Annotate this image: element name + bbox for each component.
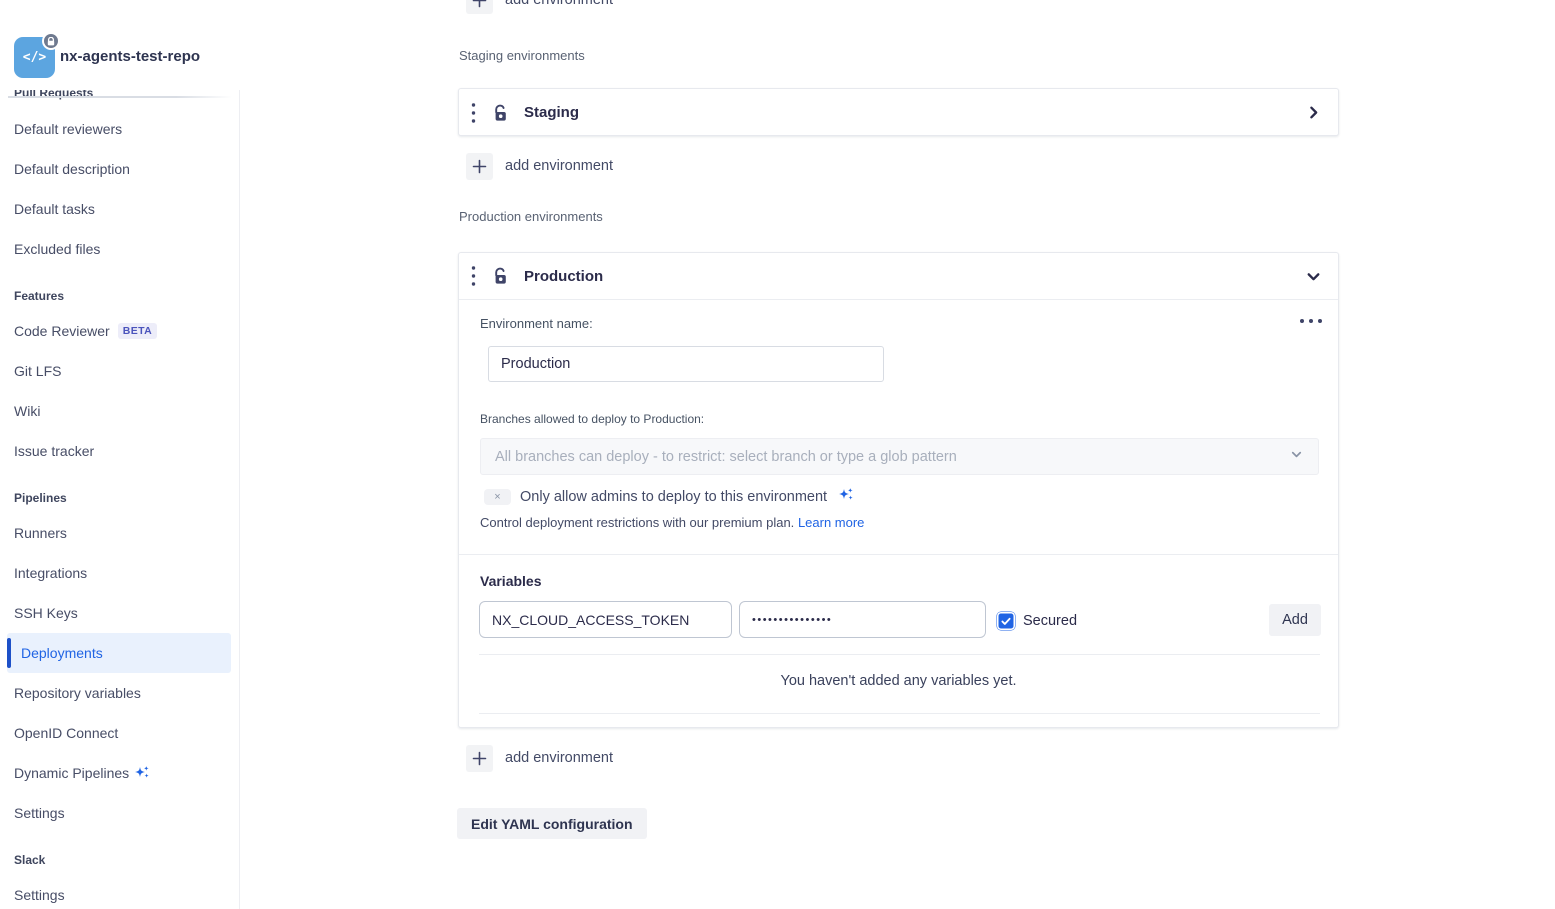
drag-handle-icon[interactable] xyxy=(469,261,478,291)
chevron-down-icon xyxy=(1289,447,1304,467)
variables-title: Variables xyxy=(480,573,542,589)
plus-icon xyxy=(466,0,493,14)
more-options-icon[interactable] xyxy=(1296,315,1326,327)
add-environment-label: add environment xyxy=(505,750,613,766)
secured-label: Secured xyxy=(1023,613,1077,629)
variables-divider xyxy=(479,713,1320,714)
add-environment-button-top[interactable]: add environment xyxy=(466,0,613,14)
disabled-checkbox-icon[interactable]: × xyxy=(484,489,511,505)
variables-divider xyxy=(479,654,1320,655)
learn-more-link[interactable]: Learn more xyxy=(798,515,864,530)
deployments-settings-page: Pull Requests </> nx-agents-test-repo De… xyxy=(0,0,1555,909)
branch-select[interactable]: All branches can deploy - to restrict: s… xyxy=(480,438,1319,475)
production-environments-label: Production environments xyxy=(459,209,603,224)
plus-icon xyxy=(466,153,493,180)
production-environment-card: Production Environment name: Branches al… xyxy=(458,252,1339,728)
admins-only-row: × Only allow admins to deploy to this en… xyxy=(484,487,856,507)
admins-only-label: Only allow admins to deploy to this envi… xyxy=(520,489,827,505)
add-environment-button-staging[interactable]: add environment xyxy=(466,152,613,180)
premium-note: Control deployment restrictions with our… xyxy=(480,515,864,530)
unlock-icon xyxy=(491,103,511,123)
variable-name-input[interactable] xyxy=(479,601,732,638)
staging-environments-label: Staging environments xyxy=(459,48,585,63)
secured-checkbox[interactable] xyxy=(997,612,1015,630)
drag-handle-icon[interactable] xyxy=(469,98,478,128)
card-section-divider xyxy=(459,554,1338,555)
staging-card-header[interactable]: Staging xyxy=(459,89,1338,136)
environment-title: Staging xyxy=(524,104,579,121)
chevron-right-icon[interactable] xyxy=(1305,104,1322,121)
environment-title: Production xyxy=(524,268,603,285)
variable-value-input[interactable] xyxy=(739,601,986,638)
chevron-down-icon[interactable] xyxy=(1305,268,1322,285)
environment-name-label: Environment name: xyxy=(480,316,593,331)
variables-empty-message: You haven't added any variables yet. xyxy=(459,673,1338,689)
add-environment-label: add environment xyxy=(505,0,613,8)
add-variable-button[interactable]: Add xyxy=(1269,604,1321,636)
environment-name-input[interactable] xyxy=(488,346,884,382)
branches-allowed-label: Branches allowed to deploy to Production… xyxy=(480,412,704,426)
branch-select-placeholder: All branches can deploy - to restrict: s… xyxy=(495,449,1289,465)
add-environment-label: add environment xyxy=(505,158,613,174)
main-content: add environment Staging environments Sta… xyxy=(0,0,1555,909)
add-environment-button-production[interactable]: add environment xyxy=(466,744,613,772)
staging-environment-card: Staging xyxy=(458,88,1339,136)
premium-note-text: Control deployment restrictions with our… xyxy=(480,515,794,530)
production-card-header[interactable]: Production xyxy=(459,253,1338,300)
sparkle-icon xyxy=(836,485,856,510)
plus-icon xyxy=(466,745,493,772)
edit-yaml-configuration-button[interactable]: Edit YAML configuration xyxy=(457,808,647,839)
unlock-icon xyxy=(491,266,511,286)
